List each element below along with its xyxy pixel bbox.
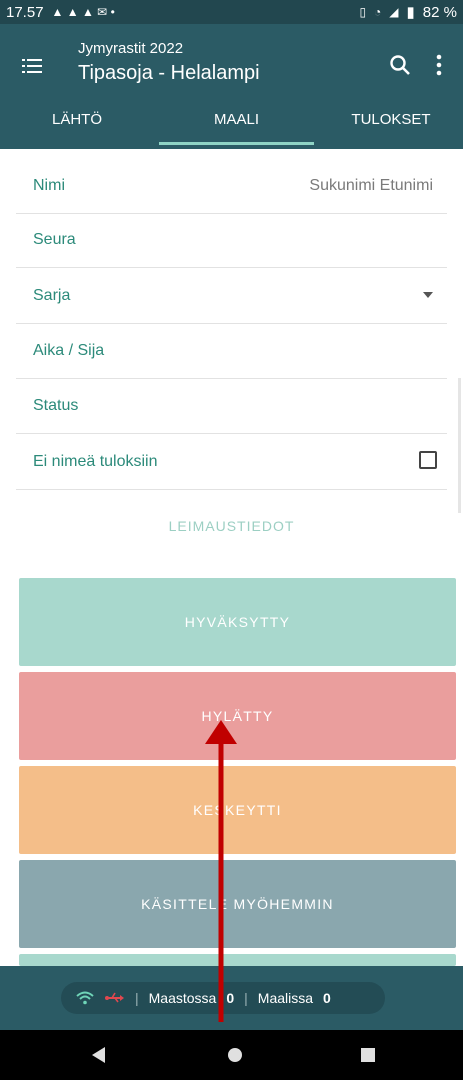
finished-label: Maalissa — [257, 990, 314, 1006]
form-scrollbar[interactable] — [458, 378, 461, 513]
rejected-button[interactable]: HYLÄTTY — [19, 672, 456, 760]
menu-icon[interactable] — [22, 58, 42, 74]
bottom-status-panel: | Maastossa 0 | Maalissa 0 — [0, 966, 463, 1030]
wifi-icon — [76, 991, 94, 1005]
signal-icon: ◢ — [389, 5, 399, 19]
hide-name-row[interactable]: Ei nimeä tuloksiin — [16, 436, 447, 490]
dnf-button[interactable]: KESKEYTTI — [19, 766, 456, 854]
tab-label: MAALI — [213, 110, 259, 128]
handle-later-button[interactable]: KÄSITTELE MYÖHEMMIN — [19, 860, 456, 948]
finished-count: 0 — [323, 990, 331, 1006]
button-label: HYVÄKSYTTY — [184, 614, 291, 630]
recent-apps-icon[interactable] — [361, 1048, 375, 1062]
battery-icon: ▮ — [406, 4, 415, 21]
name-label: Nimi — [33, 177, 65, 194]
tab-tulokset[interactable]: TULOKSET — [319, 93, 463, 145]
status-label: Status — [33, 397, 79, 414]
separator: | — [135, 990, 139, 1006]
tab-maali[interactable]: MAALI — [159, 93, 314, 145]
next-button-partial[interactable] — [19, 954, 456, 966]
tab-lahto[interactable]: LÄHTÖ — [0, 93, 154, 145]
counter-pill: | Maastossa 0 | Maalissa 0 — [61, 982, 385, 1014]
more-options-icon[interactable] — [434, 54, 444, 76]
button-label: KESKEYTTI — [193, 802, 282, 818]
hide-name-checkbox[interactable] — [419, 451, 437, 469]
tab-label: LÄHTÖ — [51, 110, 102, 128]
vibrate-icon: ▯ — [359, 5, 367, 19]
hide-name-label: Ei nimeä tuloksiin — [33, 453, 158, 470]
button-label: KÄSITTELE MYÖHEMMIN — [141, 896, 334, 912]
button-label: HYLÄTTY — [201, 708, 274, 724]
punch-data-button[interactable]: LEIMAUSTIEDOT — [0, 518, 463, 534]
wifi-icon: ◔ — [374, 5, 382, 19]
club-field[interactable]: Seura — [16, 214, 447, 268]
class-label: Sarja — [33, 287, 71, 304]
status-time: 17.57 — [6, 3, 44, 21]
class-dropdown[interactable]: Sarja — [16, 270, 447, 324]
dropdown-arrow-icon — [423, 292, 433, 298]
tab-label: TULOKSET — [351, 110, 431, 128]
name-placeholder: Sukunimi Etunimi — [309, 177, 433, 194]
page-title: Tipasoja - Helalampi — [78, 62, 260, 84]
app-subtitle: Jymyrastit 2022 — [78, 40, 184, 57]
back-icon[interactable] — [92, 1047, 105, 1063]
home-icon[interactable] — [228, 1048, 242, 1062]
in-forest-count: 0 — [226, 990, 235, 1006]
search-icon[interactable] — [389, 54, 411, 76]
system-nav-bar — [0, 1030, 463, 1080]
time-rank-field[interactable]: Aika / Sija — [16, 325, 447, 379]
usb-icon — [105, 992, 124, 1003]
battery-level: 82 % — [422, 3, 457, 21]
accepted-button[interactable]: HYVÄKSYTTY — [19, 578, 456, 666]
notification-icons: ▲ ▲ ▲ ✉ • — [51, 5, 115, 19]
status-field[interactable]: Status — [16, 380, 447, 434]
in-forest-label: Maastossa — [148, 990, 217, 1006]
separator: | — [244, 990, 248, 1006]
tab-bar: LÄHTÖ MAALI TULOKSET — [0, 111, 463, 149]
time-rank-label: Aika / Sija — [33, 342, 105, 359]
club-label: Seura — [33, 231, 76, 248]
status-bar: 17.57 ▲ ▲ ▲ ✉ • ▯ ◔ ◢ ▮ 82 % — [0, 0, 463, 24]
name-field[interactable]: Nimi Sukunimi Etunimi — [16, 160, 447, 214]
